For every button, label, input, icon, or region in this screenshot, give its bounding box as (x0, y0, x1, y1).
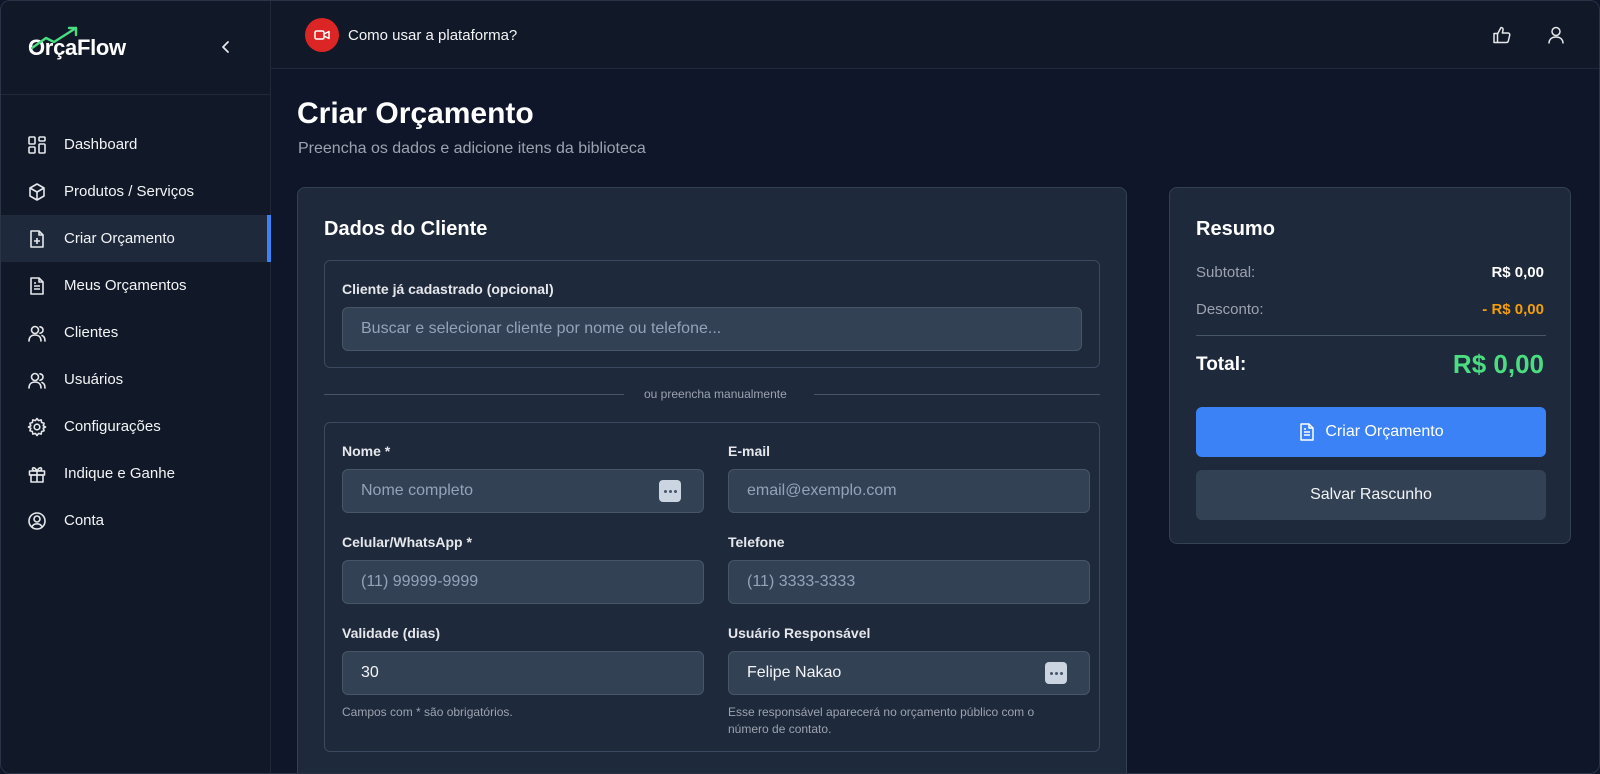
autofill-key-icon[interactable] (659, 480, 681, 502)
top-bar: Como usar a plataforma? (271, 1, 1599, 69)
logo-area: OrçaFlow (1, 1, 270, 95)
client-card-title: Dados do Cliente (324, 218, 488, 240)
client-search-input[interactable]: Buscar e selecionar cliente por nome ou … (342, 307, 1082, 351)
help-video-button[interactable]: Como usar a plataforma? (305, 18, 517, 52)
sidebar-item-label: Criar Orçamento (64, 230, 175, 247)
gift-icon (26, 463, 48, 485)
divider-line-right (814, 394, 1100, 395)
file-text-icon (26, 275, 48, 297)
subtotal-value: R$ 0,00 (1491, 264, 1544, 281)
file-text-icon (1300, 423, 1315, 441)
logo-chart-icon (28, 26, 78, 62)
discount-value: - R$ 0,00 (1482, 301, 1544, 318)
sidebar-item-users[interactable]: Usuários (1, 356, 271, 403)
summary-title: Resumo (1196, 218, 1275, 240)
validity-input[interactable]: 30 (342, 651, 704, 695)
sidebar-item-settings[interactable]: Configurações (1, 403, 271, 450)
file-plus-icon (26, 228, 48, 250)
sidebar-item-products[interactable]: Produtos / Serviços (1, 168, 271, 215)
box-icon (26, 181, 48, 203)
email-input[interactable]: email@exemplo.com (728, 469, 1090, 513)
email-label: E-mail (728, 443, 771, 459)
phone-label: Telefone (728, 534, 785, 550)
create-quote-label: Criar Orçamento (1325, 423, 1444, 440)
responsible-hint-line2: número de contato. (728, 722, 832, 736)
sidebar: OrçaFlow Dashboard Produtos / Serviços C… (1, 1, 271, 773)
existing-client-box: Cliente já cadastrado (opcional) Buscar … (324, 260, 1100, 368)
discount-label: Desconto: (1196, 301, 1264, 318)
sidebar-item-dashboard[interactable]: Dashboard (1, 121, 271, 168)
collapse-sidebar-button[interactable] (215, 36, 237, 58)
sidebar-item-create-quote[interactable]: Criar Orçamento (1, 215, 271, 262)
responsible-select[interactable]: Felipe Nakao (728, 651, 1090, 695)
existing-client-label: Cliente já cadastrado (opcional) (342, 281, 554, 297)
summary-divider (1196, 335, 1546, 336)
save-draft-button[interactable]: Salvar Rascunho (1196, 470, 1546, 520)
cell-label: Celular/WhatsApp * (342, 534, 472, 550)
autofill-key-icon[interactable] (1045, 662, 1067, 684)
sidebar-item-refer[interactable]: Indique e Ganhe (1, 450, 271, 497)
chevron-left-icon (222, 41, 229, 53)
thumbs-up-icon[interactable] (1490, 23, 1514, 47)
dashboard-grid-icon (26, 134, 48, 156)
app-logo[interactable]: OrçaFlow (28, 26, 126, 62)
phone-input[interactable]: (11) 3333-3333 (728, 560, 1090, 604)
summary-card: Resumo Subtotal: R$ 0,00 Desconto: - R$ … (1169, 187, 1571, 544)
name-label: Nome * (342, 443, 391, 459)
sidebar-item-label: Conta (64, 512, 105, 529)
users-icon (26, 369, 48, 391)
client-data-card: Dados do Cliente Cliente já cadastrado (… (297, 187, 1127, 773)
required-hint: Campos com * são obrigatórios. (342, 705, 513, 719)
gear-icon (26, 416, 48, 438)
subtotal-label: Subtotal: (1196, 264, 1256, 281)
validity-label: Validade (dias) (342, 625, 441, 641)
sidebar-item-clients[interactable]: Clientes (1, 309, 271, 356)
sidebar-item-label: Produtos / Serviços (64, 183, 195, 200)
app-window: OrçaFlow Dashboard Produtos / Serviços C… (0, 0, 1600, 774)
page-subtitle: Preencha os dados e adicione itens da bi… (298, 140, 646, 157)
manual-client-box: Nome * Nome completo E-mail email@exempl… (324, 422, 1100, 752)
responsible-hint-line1: Esse responsável aparecerá no orçamento … (728, 705, 1035, 719)
create-quote-button[interactable]: Criar Orçamento (1196, 407, 1546, 457)
video-camera-icon (305, 18, 339, 52)
name-input[interactable]: Nome completo (342, 469, 704, 513)
sidebar-item-label: Clientes (64, 324, 119, 341)
total-label: Total: (1196, 354, 1247, 375)
divider-text: ou preencha manualmente (644, 387, 787, 401)
sidebar-item-label: Dashboard (64, 136, 138, 153)
page-title: Criar Orçamento (297, 97, 534, 130)
sidebar-item-label: Meus Orçamentos (64, 277, 187, 294)
cell-input[interactable]: (11) 99999-9999 (342, 560, 704, 604)
main-content: Criar Orçamento Preencha os dados e adic… (271, 69, 1599, 773)
sidebar-item-label: Usuários (64, 371, 124, 388)
sidebar-item-label: Indique e Ganhe (64, 465, 175, 482)
divider-line-left (324, 394, 624, 395)
responsible-label: Usuário Responsável (728, 625, 871, 641)
sidebar-item-my-quotes[interactable]: Meus Orçamentos (1, 262, 271, 309)
total-value: R$ 0,00 (1452, 349, 1544, 379)
sidebar-item-account[interactable]: Conta (1, 497, 271, 544)
users-icon (26, 322, 48, 344)
sidebar-item-label: Configurações (64, 418, 161, 435)
user-icon[interactable] (1544, 23, 1568, 47)
user-circle-icon (26, 510, 48, 532)
sidebar-nav: Dashboard Produtos / Serviços Criar Orça… (1, 121, 271, 544)
help-text: Como usar a plataforma? (348, 26, 518, 44)
